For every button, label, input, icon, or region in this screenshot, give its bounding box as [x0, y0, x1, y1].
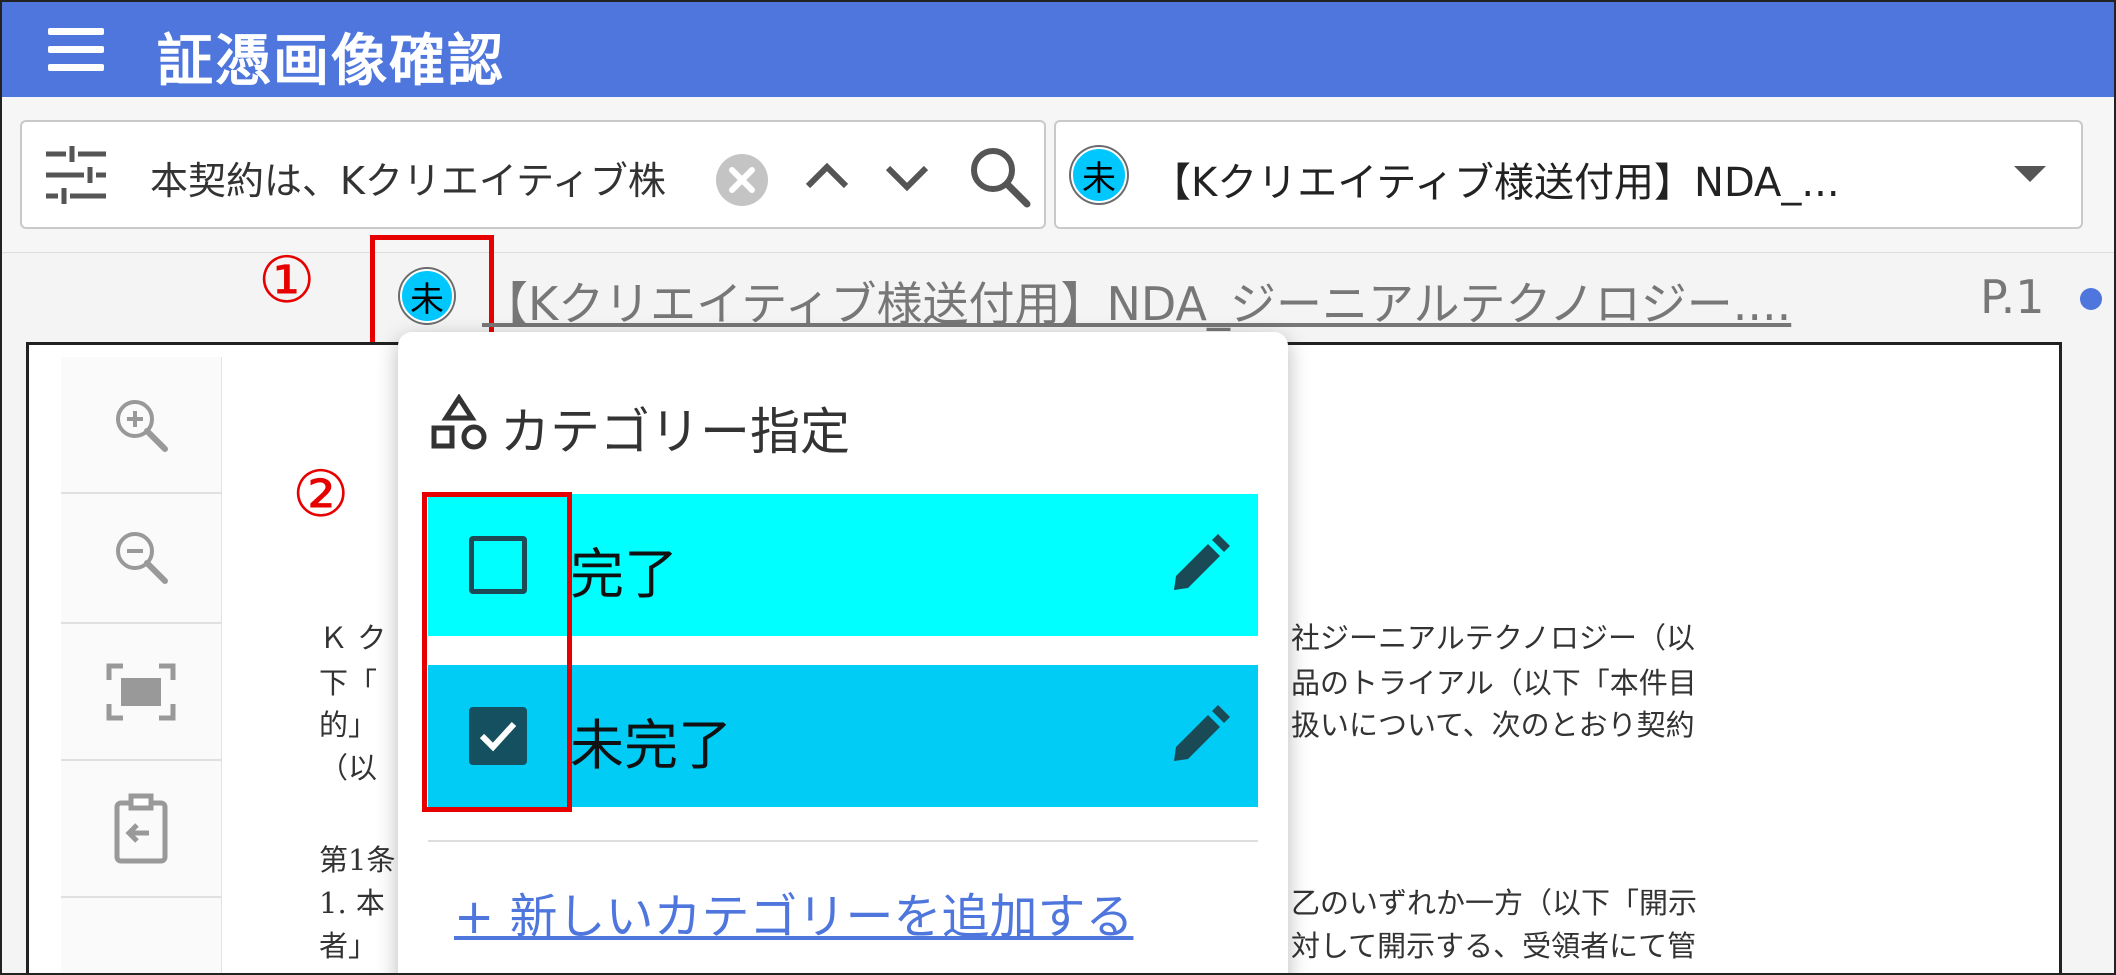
document-heading: ① 未 【Kクリエイティブ様送付用】NDA_ジーニアルテクノロジー.... P.…: [2, 235, 2114, 351]
divider: [428, 840, 1258, 842]
category-badge: 未: [1071, 147, 1127, 203]
doc-fragment-left-4: （以: [319, 751, 378, 785]
doc-fragment-left-7: 者」: [319, 929, 378, 963]
toolbar: 本契約は、Kクリエイティブ株 未 【Kクリエイティブ様送付用】NDA_...: [2, 97, 2114, 253]
doc-fragment-left-3: 的」: [319, 708, 378, 742]
document-select-value: 【Kクリエイティブ様送付用】NDA_...: [1151, 160, 1840, 206]
annotation-number-2: ②: [292, 458, 350, 532]
app-bar: 証憑画像確認: [2, 2, 2114, 97]
annotation-number-1: ①: [258, 244, 316, 318]
search-icon[interactable]: [967, 144, 1031, 208]
document-title-link[interactable]: 【Kクリエイティブ様送付用】NDA_ジーニアルテクノロジー....: [482, 268, 1791, 334]
menu-icon[interactable]: [40, 22, 110, 78]
zoom-in-button[interactable]: [61, 357, 221, 494]
chevron-up-icon[interactable]: [802, 152, 852, 202]
annotation-highlight-2: [422, 492, 572, 812]
app-title: 証憑画像確認: [157, 29, 505, 94]
search-input[interactable]: 本契約は、Kクリエイティブ株: [150, 150, 710, 205]
dropdown-arrow-icon[interactable]: [2014, 166, 2046, 182]
doc-line-right-4: 乙のいずれか一方（以下「開示: [1291, 886, 1698, 920]
doc-line-right-2: 品のトライアル（以下「本件目: [1291, 666, 1697, 700]
search-box: 本契約は、Kクリエイティブ株: [20, 120, 1046, 229]
status-dot: [2080, 288, 2102, 310]
pencil-icon[interactable]: [1168, 534, 1230, 596]
category-label: 完了: [570, 543, 678, 606]
viewer-tool-rail: [61, 357, 222, 973]
clipboard-button[interactable]: [61, 761, 221, 898]
zoom-out-icon: [116, 532, 168, 584]
chevron-down-icon[interactable]: [882, 152, 932, 202]
pencil-icon[interactable]: [1168, 705, 1230, 767]
document-select[interactable]: 未 【Kクリエイティブ様送付用】NDA_...: [1054, 120, 2083, 229]
fit-screen-icon: [106, 663, 176, 720]
category-label: 未完了: [570, 714, 732, 777]
add-category-link[interactable]: + 新しいカテゴリーを追加する: [454, 877, 1133, 947]
clear-icon[interactable]: [714, 152, 770, 208]
clipboard-icon: [114, 793, 168, 863]
doc-fragment-left-6: 1. 本: [319, 886, 385, 920]
app-frame: 証憑画像確認 本契約は、Kクリエイティブ株 未 【Kクリエイティブ様送付用】ND…: [0, 0, 2116, 975]
popup-title: カテゴリー指定: [500, 403, 850, 461]
doc-fragment-left-2: 下「: [319, 666, 378, 700]
doc-line-right-3: 扱いについて、次のとおり契約: [1291, 708, 1695, 742]
filter-icon[interactable]: [44, 144, 108, 206]
doc-fragment-left-5: 第1条: [319, 843, 396, 877]
doc-line-right-1: 社ジーニアルテクノロジー（以: [1291, 621, 1695, 655]
zoom-out-button[interactable]: [61, 492, 221, 624]
zoom-in-icon: [116, 399, 168, 452]
category-shapes-icon: [431, 394, 487, 450]
fit-screen-button[interactable]: [61, 624, 221, 761]
doc-line-right-5: 対して開示する、受領者にて管: [1291, 929, 1697, 963]
doc-fragment-left-1: Ｋ ク: [319, 621, 387, 655]
page-number: P.1: [1980, 270, 2045, 324]
